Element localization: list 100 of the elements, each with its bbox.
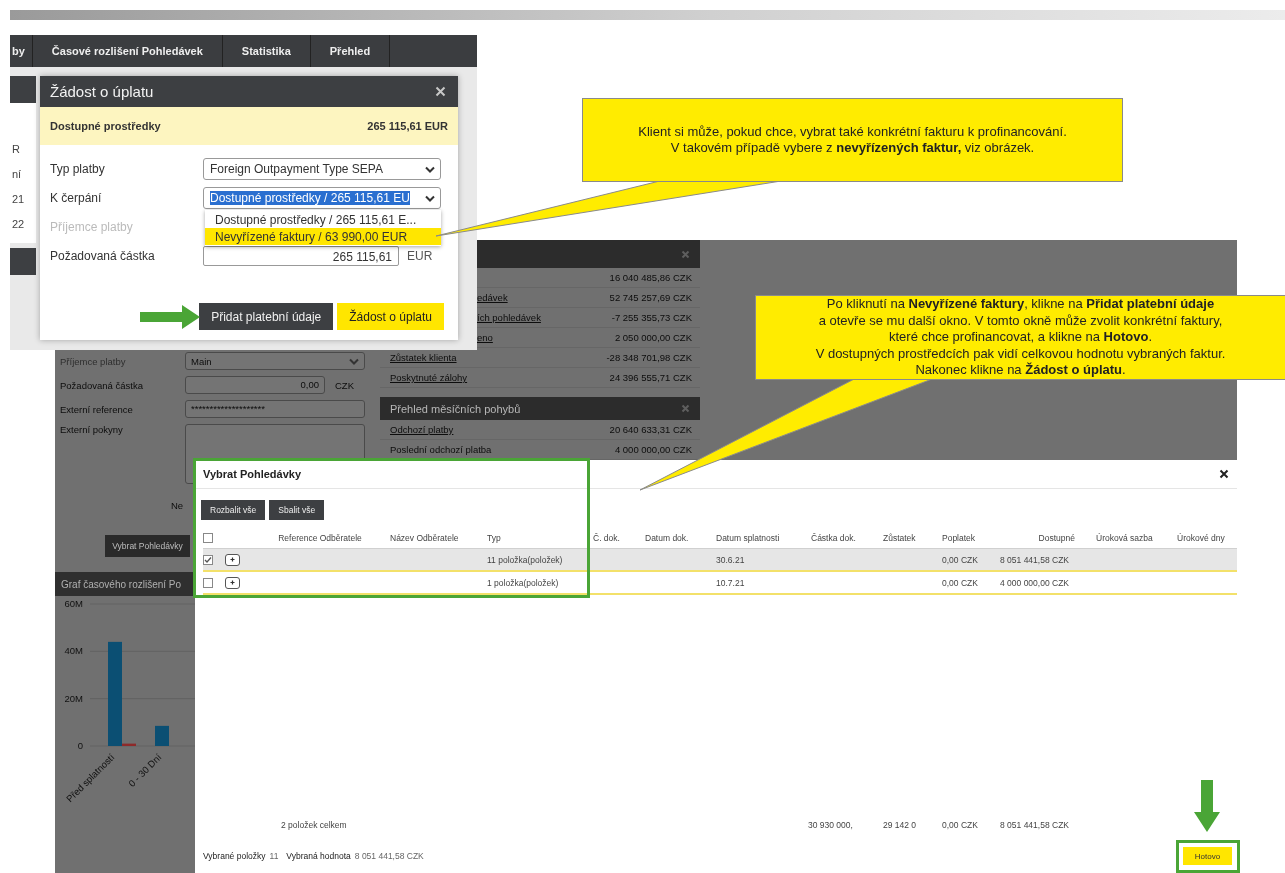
callout-text: Po kliknutí na Nevyřízené faktury, klikne na Přidat platební údaje	[826, 296, 1215, 313]
table-cell-text: 30 930 000,	[807, 820, 854, 830]
pointer-arrow	[140, 305, 200, 329]
close-icon	[435, 86, 446, 97]
expand-button[interactable]	[225, 553, 240, 566]
field-label: Příjemce platby	[50, 220, 134, 234]
link[interactable]: Zůstatek klienta	[390, 352, 457, 363]
link[interactable]: Odchozí platby	[390, 424, 454, 435]
done-button[interactable]: Hotovo	[1183, 847, 1232, 865]
toolbar-button[interactable]: Rozbalit vše	[201, 500, 266, 520]
axis-label: 0 - 30 Dní	[126, 751, 164, 789]
amount: 2 050 000,00 CZK	[614, 332, 692, 343]
highlight-frame	[1176, 840, 1240, 873]
column-header: Poplatek	[941, 533, 977, 543]
checkbox[interactable]	[203, 533, 213, 543]
checkbox[interactable]	[203, 577, 213, 588]
amount: 52 745 257,69 CZK	[609, 292, 692, 303]
table-cell-text: 1 položka(položek)	[486, 577, 560, 588]
amount: 4 000 000,00 CZK	[614, 444, 692, 455]
tab[interactable]: Statistika	[222, 35, 311, 67]
text-field[interactable]: ********************	[185, 400, 365, 418]
table-cell-text: 2 položek celkem	[280, 820, 348, 830]
table-cell-text: 0,00 CZK	[941, 554, 979, 565]
close-button[interactable]	[1219, 469, 1229, 479]
column-header: Reference Odběratele	[277, 533, 363, 543]
table-row[interactable]: 1 položka(položek) 10.7.21 0,00 CZK 4 000 000,00 CZK	[203, 572, 1237, 595]
chevron-icon	[349, 357, 359, 365]
column-header: Typ	[486, 533, 502, 543]
callout-text: V takovém případě vybere z nevyřízených faktur, viz obrázek.	[670, 140, 1035, 157]
column-header: Datum dok.	[644, 533, 690, 543]
dialog-title: Vybrat Pohledávky	[203, 468, 302, 480]
field-label: K čerpání	[50, 191, 103, 205]
balance-amount: 265 115,61 EUR	[367, 120, 448, 132]
link[interactable]: eno	[477, 332, 493, 343]
pointer-arrow	[1194, 780, 1220, 832]
panel-title: Přehled měsíčních pohybů	[390, 402, 521, 415]
column-header: Název Odběratele	[389, 533, 460, 543]
table-row[interactable]: 11 položka(položek) 30.6.21 0,00 CZK 8 051 441,58 CZK	[203, 549, 1237, 572]
close-icon	[1219, 469, 1229, 479]
field-label: Požadovaná částka	[50, 249, 156, 263]
status-label: Vybraná hodnota	[286, 851, 351, 861]
table-cell-text: 11 položka(položek)	[486, 554, 564, 565]
column-header: Datum splatnosti	[715, 533, 781, 543]
amount: -7 255 355,73 CZK	[611, 312, 692, 323]
link[interactable]: edávek	[477, 292, 508, 303]
table-cell-text: 21	[11, 192, 26, 207]
close-icon	[681, 404, 690, 413]
link[interactable]: Poskytnuté zálohy	[390, 372, 468, 383]
dropdown-option[interactable]: Dostupné prostředky / 265 115,61 E...	[205, 211, 441, 228]
currency-label: CZK	[335, 379, 354, 391]
amount-field[interactable]: 265 115,61	[203, 246, 399, 266]
table-cell-text: 0,00 CZK	[941, 820, 979, 830]
amount: -28 348 701,98 CZK	[606, 352, 692, 363]
panel-header	[10, 76, 36, 103]
row-label: Poslední odchozí platba	[390, 444, 492, 455]
callout-text: Nakonec klikne na Žádost o úplatu.	[915, 362, 1126, 379]
callout-text: které chce profinancovat, a klikne na Hotovo.	[889, 329, 1152, 346]
plus-icon	[230, 557, 235, 562]
table-cell-text: R	[11, 142, 21, 157]
tab[interactable]: Přehled	[310, 35, 391, 67]
chart-bar	[155, 725, 169, 746]
currency-label: EUR	[407, 249, 433, 263]
select-button[interactable]: Vybrat Pohledávky	[105, 535, 190, 557]
dropdown-field[interactable]: Foreign Outpayment Type SEPA	[203, 158, 441, 180]
link[interactable]: ích pohledávek	[477, 312, 541, 323]
plus-icon	[230, 580, 235, 585]
callout-text: V dostupných prostředcích pak vidí celkovou hodnotu vybraných faktur.	[815, 345, 1226, 362]
table-cell-text: 10.7.21	[715, 577, 746, 588]
expand-button[interactable]	[225, 576, 240, 589]
column-header: Úroková sazba	[1095, 533, 1154, 543]
callout-text: Klient si může, pokud chce, vybrat také konkrétní fakturu k profinancování.	[638, 123, 1067, 140]
tab[interactable]: by	[10, 35, 33, 67]
toolbar-button[interactable]: Sbalit vše	[269, 500, 325, 520]
table-cell-text: 29 142 0	[882, 820, 918, 830]
action-button[interactable]: Přidat platební údaje	[199, 303, 334, 330]
axis-label: 20M	[64, 692, 83, 704]
table-cell-text: 8 051 441,58 CZK	[999, 820, 1070, 830]
status-value: 11	[269, 851, 279, 861]
status-value: 8 051 441,58 CZK	[354, 851, 424, 861]
panel-title: Graf časového rozlišení Po	[61, 578, 182, 590]
field-label: Ne	[171, 500, 184, 511]
column-header: Zůstatek	[882, 533, 917, 543]
action-button[interactable]: Žádost o úplatu	[337, 303, 444, 330]
amount: 24 396 555,71 CZK	[609, 372, 692, 383]
table-cell-text: 22	[11, 217, 26, 232]
dialog-title: Žádost o úplatu	[50, 83, 154, 100]
table-cell-text: 30.6.21	[715, 554, 746, 565]
column-header: Částka dok.	[810, 533, 857, 543]
chevron-icon	[425, 165, 435, 173]
close-icon	[681, 249, 690, 259]
checkbox[interactable]	[203, 554, 213, 565]
tab[interactable]: Časové rozlišení Pohledávek	[32, 35, 223, 67]
amount: 16 040 485,86 CZK	[609, 272, 692, 283]
panel-header	[10, 248, 36, 275]
amount-field[interactable]: 0,00	[185, 376, 325, 394]
table-cell-text: 0,00 CZK	[941, 577, 979, 588]
table-cell-text: 4 000 000,00 CZK	[999, 577, 1070, 588]
dropdown-field[interactable]: Dostupné prostředky / 265 115,61 EU	[203, 187, 441, 209]
dropdown-option[interactable]: Nevyřízené faktury / 63 990,00 EUR	[205, 228, 441, 245]
axis-label: 40M	[64, 645, 83, 657]
